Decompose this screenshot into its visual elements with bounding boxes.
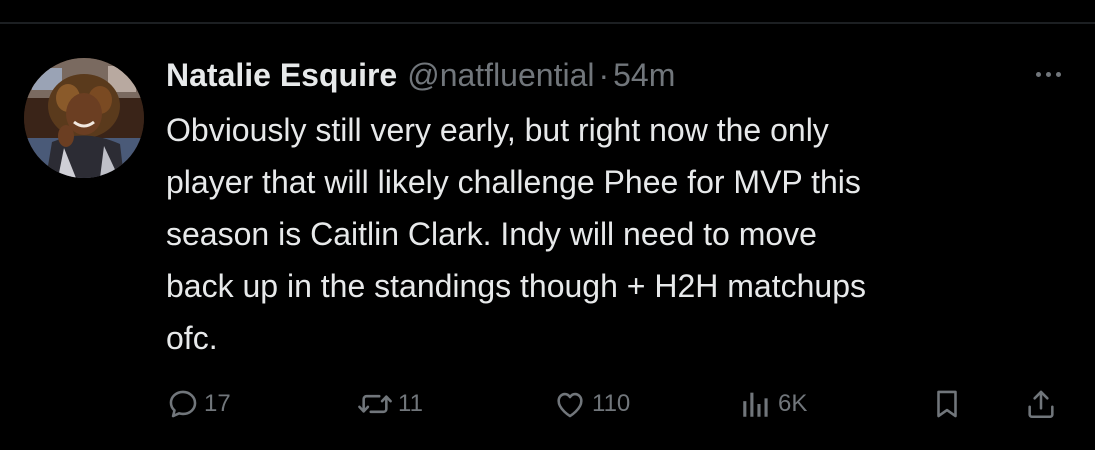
bookmark-button[interactable] bbox=[930, 382, 964, 426]
bookmark-icon bbox=[930, 386, 964, 422]
tweet-card[interactable]: Natalie Esquire @natfluential · 54m Obvi… bbox=[0, 24, 1095, 450]
reply-icon bbox=[166, 387, 200, 421]
share-icon bbox=[1024, 386, 1058, 422]
reply-button[interactable]: 17 bbox=[166, 382, 231, 426]
more-dots-icon bbox=[1035, 71, 1041, 77]
heart-icon bbox=[552, 387, 588, 421]
author-handle[interactable]: @natfluential bbox=[407, 53, 594, 97]
tweet-actions-bar: 17 11 110 6K bbox=[0, 382, 1095, 426]
tweet-header: Natalie Esquire @natfluential · 54m bbox=[166, 53, 675, 97]
header-separator: · bbox=[598, 57, 610, 93]
repost-count: 11 bbox=[398, 390, 423, 417]
like-count: 110 bbox=[592, 390, 631, 417]
avatar[interactable] bbox=[24, 58, 144, 178]
reply-count: 17 bbox=[204, 390, 231, 417]
share-button[interactable] bbox=[1024, 382, 1058, 426]
more-dot bbox=[1055, 71, 1061, 77]
like-button[interactable]: 110 bbox=[552, 382, 630, 426]
views-chart-icon bbox=[738, 387, 774, 421]
more-options-button[interactable] bbox=[1024, 60, 1072, 88]
tweet-timestamp[interactable]: 54m bbox=[613, 53, 675, 97]
repost-icon bbox=[356, 387, 394, 421]
tweet-text: Obviously still very early, but right no… bbox=[166, 112, 866, 356]
repost-button[interactable]: 11 bbox=[356, 382, 423, 426]
views-count: 6K bbox=[778, 390, 808, 417]
author-display-name[interactable]: Natalie Esquire bbox=[166, 53, 397, 97]
more-dot bbox=[1045, 71, 1051, 77]
views-button[interactable]: 6K bbox=[738, 382, 807, 426]
